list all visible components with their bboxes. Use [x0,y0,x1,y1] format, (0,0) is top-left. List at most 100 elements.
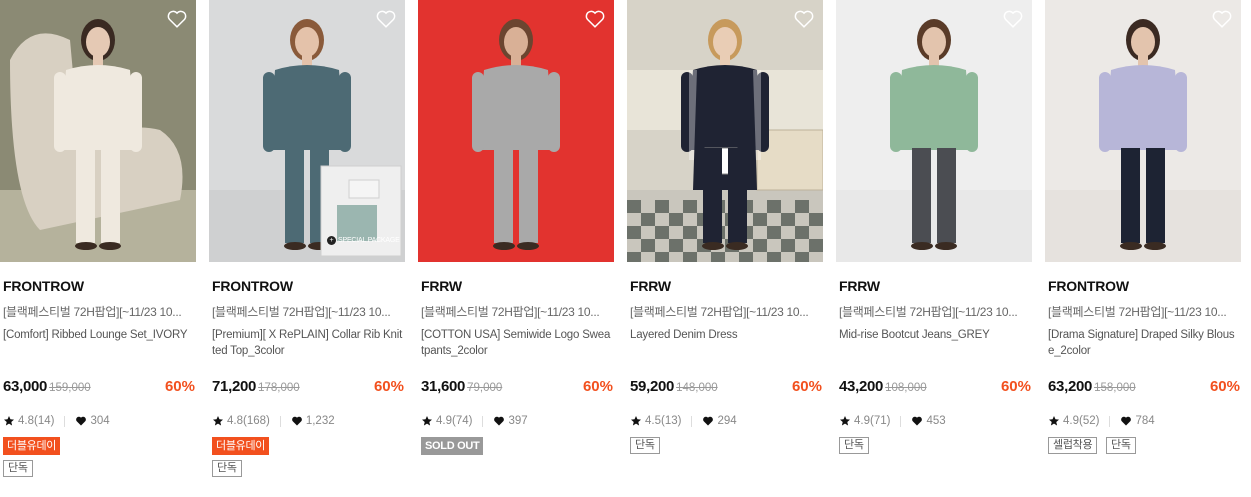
product-card[interactable]: FRRW [블랙페스티벌 72H팝업][~11/23 10... Mid-rise … [836,0,1032,497]
product-name[interactable]: Mid-rise Bootcut Jeans_GREY [839,327,1031,343]
divider [279,415,281,427]
wishlist-heart-icon[interactable] [375,8,397,30]
rating-text: 4.5(13) [645,415,682,427]
review-meta: 4.9(52) 784 [1048,413,1155,429]
review-meta: 4.9(71) 453 [839,413,946,429]
like-count: 294 [717,415,737,427]
product-card[interactable]: FRRW [블랙페스티벌 72H팝업][~11/23 10... [COTTON U… [418,0,614,497]
brand-name[interactable]: FRONTROW [212,278,293,294]
product-card[interactable]: FRRW [블랙페스티벌 72H팝업][~11/23 10... Layered D… [627,0,823,497]
original-price: 108,000 [885,382,927,394]
promo-text[interactable]: [블랙페스티벌 72H팝업][~11/23 10... [1048,303,1240,320]
product-name[interactable]: [Premium][ X RePLAIN] Collar Rib Knitted… [212,327,404,359]
product-name[interactable]: Layered Denim Dress [630,327,822,343]
star-icon [3,415,15,427]
review-meta: 4.5(13) 294 [630,413,737,429]
plus-circle-icon: + [327,236,336,245]
brand-name[interactable]: FRONTROW [3,278,84,294]
price-row: 71,200 178,000 60% [212,378,404,398]
heart-filled-icon [75,415,87,427]
product-image[interactable] [0,0,196,262]
package-label: + SPECIAL PACKAGE [327,236,400,245]
product-photo[interactable] [418,0,614,262]
heart-filled-icon [291,415,303,427]
wishlist-heart-icon[interactable] [793,8,815,30]
product-photo[interactable] [836,0,1032,262]
sale-price: 63,000 [3,378,48,395]
product-name[interactable]: [Drama Signature] Draped Silky Blouse_2c… [1048,327,1240,359]
label-tag: 단독 [1106,437,1136,454]
heart-filled-icon [1120,415,1132,427]
price-row: 63,200 158,000 60% [1048,378,1240,398]
original-price: 158,000 [1094,382,1136,394]
sale-price: 31,600 [421,378,466,395]
rating-text: 4.9(74) [436,415,473,427]
rating-text: 4.8(14) [18,415,55,427]
like-count: 784 [1135,415,1155,427]
star-icon [421,415,433,427]
discount-rate: 60% [791,378,822,395]
review-meta: 4.8(168) 1,232 [212,413,335,429]
rating-text: 4.8(168) [227,415,270,427]
price-row: 43,200 108,000 60% [839,378,1031,398]
heart-filled-icon [493,415,505,427]
product-name[interactable]: [Comfort] Ribbed Lounge Set_IVORY [3,327,195,343]
promo-text[interactable]: [블랙페스티벌 72H팝업][~11/23 10... [212,303,404,320]
brand-name[interactable]: FRONTROW [1048,278,1129,294]
product-photo[interactable] [1045,0,1241,262]
package-label-text: SPECIAL PACKAGE [338,237,400,244]
label-tag: 단독 [839,437,869,454]
product-grid: FRONTROW [블랙페스티벌 72H팝업][~11/23 10... [Comf… [0,0,1251,497]
wishlist-heart-icon[interactable] [1211,8,1233,30]
like-count: 304 [90,415,110,427]
wishlist-heart-icon[interactable] [166,8,188,30]
discount-rate: 60% [582,378,613,395]
price-row: 31,600 79,000 60% [421,378,613,398]
original-price: 148,000 [676,382,718,394]
promo-text[interactable]: [블랙페스티벌 72H팝업][~11/23 10... [630,303,822,320]
rating-text: 4.9(52) [1063,415,1100,427]
label-tag: 단독 [3,460,33,477]
label-tag: 단독 [630,437,660,454]
price-row: 59,200 148,000 60% [630,378,822,398]
product-image[interactable] [418,0,614,262]
sale-price: 43,200 [839,378,884,395]
discount-rate: 60% [164,378,195,395]
divider [482,415,484,427]
discount-rate: 60% [373,378,404,395]
promo-text[interactable]: [블랙페스티벌 72H팝업][~11/23 10... [3,303,195,320]
product-image[interactable] [1045,0,1241,262]
promo-text[interactable]: [블랙페스티벌 72H팝업][~11/23 10... [839,303,1031,320]
promo-text[interactable]: [블랙페스티벌 72H팝업][~11/23 10... [421,303,613,320]
review-meta: 4.8(14) 304 [3,413,110,429]
brand-name[interactable]: FRRW [839,278,880,294]
event-badge: 더블유데이 [3,437,61,455]
wishlist-heart-icon[interactable] [1002,8,1024,30]
sold-out-badge: SOLD OUT [421,437,484,455]
product-card[interactable]: + SPECIAL PACKAGE FRONTROW [블랙페스티벌 72H팝업][~… [209,0,405,497]
product-card[interactable]: FRONTROW [블랙페스티벌 72H팝업][~11/23 10... [Dram… [1045,0,1241,497]
divider [64,415,66,427]
sale-price: 71,200 [212,378,257,395]
product-photo[interactable] [627,0,823,262]
wishlist-heart-icon[interactable] [584,8,606,30]
product-photo[interactable] [209,0,405,262]
divider [900,415,902,427]
star-icon [839,415,851,427]
product-image[interactable] [836,0,1032,262]
sale-price: 63,200 [1048,378,1093,395]
product-card[interactable]: FRONTROW [블랙페스티벌 72H팝업][~11/23 10... [Comf… [0,0,196,497]
product-name[interactable]: [COTTON USA] Semiwide Logo Sweatpants_2c… [421,327,613,359]
event-badge: 더블유데이 [212,437,270,455]
star-icon [212,415,224,427]
product-photo[interactable] [0,0,196,262]
brand-name[interactable]: FRRW [630,278,671,294]
product-image[interactable]: + SPECIAL PACKAGE [209,0,405,262]
product-image[interactable] [627,0,823,262]
like-count: 453 [926,415,946,427]
label-tag: 셀럽착용 [1048,437,1098,454]
like-count: 397 [508,415,528,427]
divider [1109,415,1111,427]
brand-name[interactable]: FRRW [421,278,462,294]
original-price: 79,000 [467,382,503,394]
